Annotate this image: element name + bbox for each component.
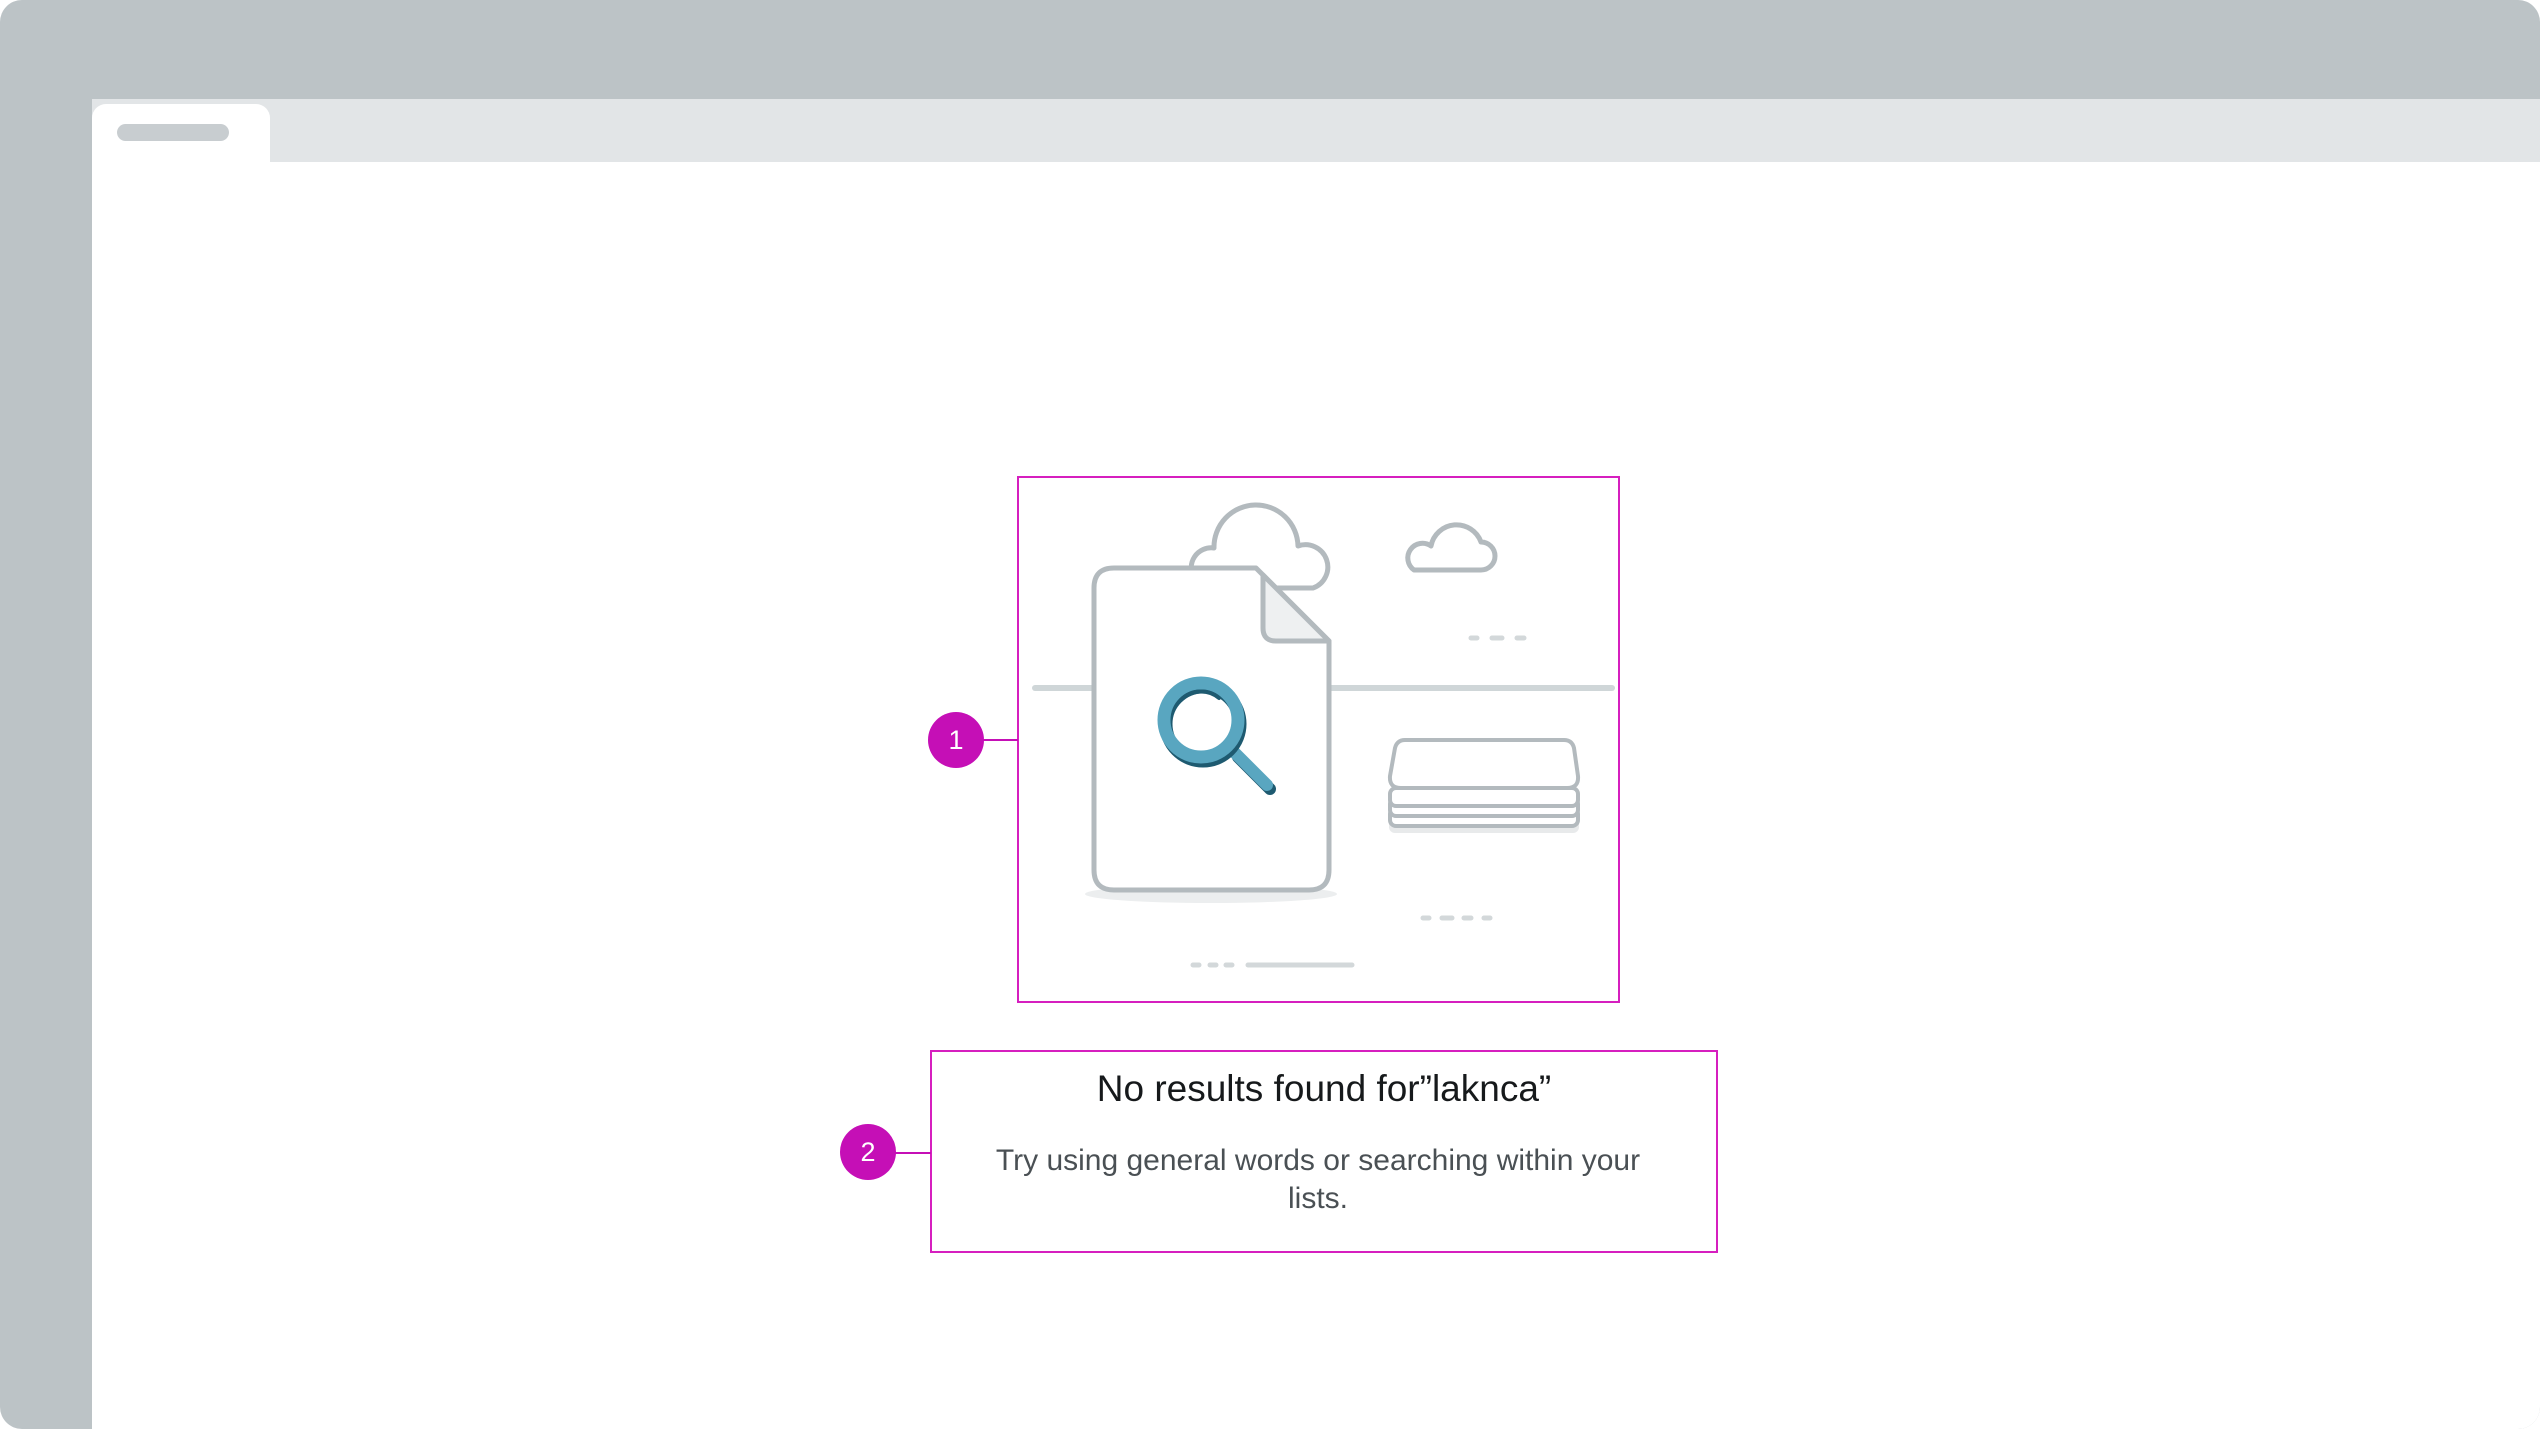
no-results-illustration [1032,502,1615,968]
callout-badge-1: 1 [928,712,984,768]
no-results-title: No results found for”laknca” [1096,1068,1552,1109]
empty-state-illustration [1017,476,1620,1003]
empty-state-message: No results found for”laknca” Try using g… [930,1050,1718,1253]
callout-badge-2: 2 [840,1124,896,1180]
no-results-description: Try using general words or searching wit… [995,1144,1641,1215]
cloud-icon-small [1405,522,1498,573]
tab-title-placeholder [117,124,229,141]
browser-frame: No results found for”laknca” Try using g… [0,0,2540,1429]
stack-icon [1387,738,1581,833]
tab-strip [92,99,2540,163]
